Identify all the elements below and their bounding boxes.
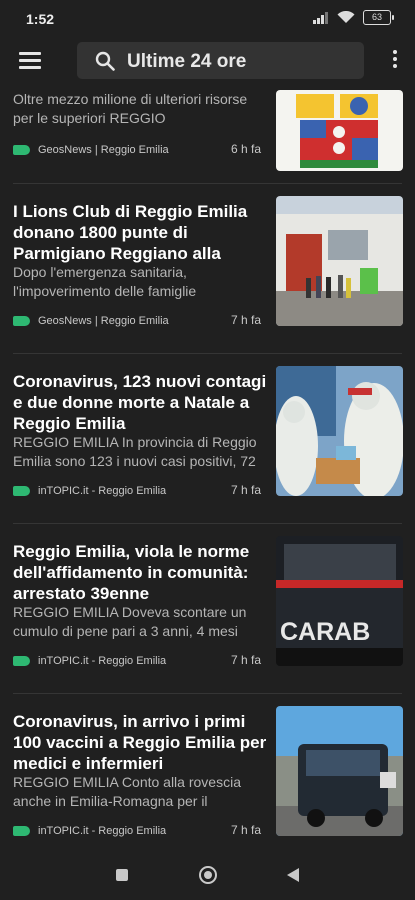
source-tag-icon [13,316,30,326]
article-headline: Coronavirus, in arrivo i primi 100 vacci… [13,712,267,773]
article-thumbnail: CARAB [276,536,403,666]
status-bar: 1:52 63 [0,0,415,38]
app-bar: Ultime 24 ore [0,38,415,84]
article-source: inTOPIC.it - Reggio Emilia [38,825,167,837]
article-source-row: inTOPIC.it - Reggio Emilia [13,653,166,669]
source-tag-icon [13,486,30,496]
source-tag-icon [13,826,30,836]
article-time: 7 h fa [231,823,262,837]
battery-icon: 63 [363,10,394,25]
news-item[interactable]: Reggio Emilia, viola le norme dell'affid… [0,524,415,694]
article-thumbnail [276,366,403,496]
article-source: inTOPIC.it - Reggio Emilia [38,655,167,667]
article-time: 7 h fa [231,313,262,327]
article-snippet: Dopo l'emergenza sanitaria, l'impoverime… [13,264,197,299]
article-headline: Coronavirus, 123 nuovi contagi e due don… [13,372,267,433]
article-source: inTOPIC.it - Reggio Emilia [38,485,167,497]
search-bar[interactable]: Ultime 24 ore [77,42,364,79]
news-item[interactable]: Coronavirus, in arrivo i primi 100 vacci… [0,694,415,840]
article-time: 7 h fa [231,483,262,497]
more-options-icon[interactable] [391,50,399,72]
article-source-row: inTOPIC.it - Reggio Emilia [13,483,166,499]
article-thumbnail [276,706,403,836]
status-time: 1:52 [26,11,55,27]
article-thumbnail [276,196,403,326]
home-icon[interactable] [199,866,217,884]
article-source-row: inTOPIC.it - Reggio Emilia [13,823,166,839]
article-time: 7 h fa [231,653,262,667]
article-image-text: CARAB [280,618,370,646]
system-nav-bar [0,840,415,900]
search-icon [95,51,115,71]
status-icons: 63 [313,10,394,25]
wifi-icon [337,11,355,23]
search-query: Ultime 24 ore [127,51,247,72]
signal-icon [313,11,328,24]
article-snippet: REGGIO EMILIA Conto alla rovescia anche … [13,774,241,809]
news-feed[interactable]: Oltre mezzo milione di ulteriori risorse… [0,84,415,840]
article-source: GeosNews | Reggio Emilia [38,144,169,156]
source-tag-icon [13,656,30,666]
article-snippet: REGGIO EMILIA In provincia di Reggio Emi… [13,434,257,469]
menu-icon[interactable] [19,52,41,70]
back-icon[interactable] [287,868,299,882]
article-source: GeosNews | Reggio Emilia [38,315,169,327]
source-tag-icon [13,145,30,155]
news-item[interactable]: Coronavirus, 123 nuovi contagi e due don… [0,354,415,524]
article-headline: I Lions Club di Reggio Emilia donano 180… [13,202,248,263]
article-source-row: GeosNews | Reggio Emilia [13,142,169,158]
article-time: 6 h fa [231,142,262,156]
article-thumbnail [276,90,403,171]
article-headline: Reggio Emilia, viola le norme dell'affid… [13,542,250,603]
article-source-row: GeosNews | Reggio Emilia [13,313,169,329]
news-item[interactable]: I Lions Club di Reggio Emilia donano 180… [0,184,415,354]
article-snippet: Oltre mezzo milione di ulteriori risorse… [13,91,248,126]
recent-apps-icon[interactable] [116,869,128,881]
article-snippet: REGGIO EMILIA Doveva scontare un cumulo … [13,604,247,639]
